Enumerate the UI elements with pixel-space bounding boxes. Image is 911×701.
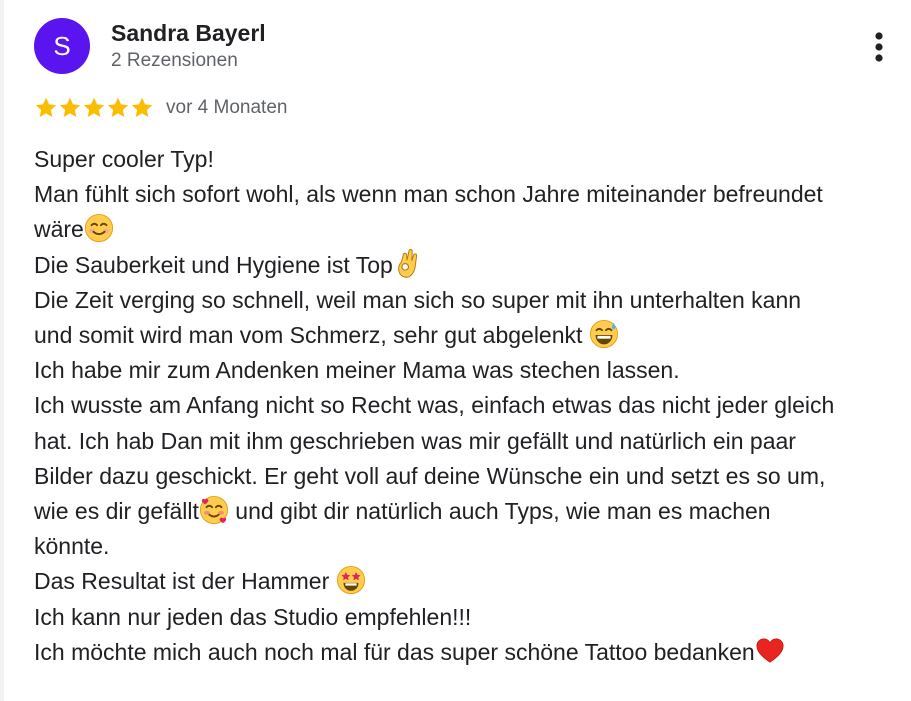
review-line-text: Die Sauberkeit und Hygiene ist Top	[34, 251, 393, 278]
review-line: Ich möchte mich auch noch mal für das su…	[34, 635, 904, 670]
review-line-text: hat. Ich hab Dan mit ihm geschrieben was…	[34, 427, 796, 454]
avatar[interactable]: S	[34, 18, 90, 74]
review-line: Ich habe mir zum Andenken meiner Mama wa…	[34, 353, 904, 388]
review-line-text: Ich möchte mich auch noch mal für das su…	[34, 638, 755, 665]
grinning-sweat-icon	[589, 319, 619, 349]
review-line-text: Ich kann nur jeden das Studio empfehlen!…	[34, 603, 472, 630]
author-info: Sandra Bayerl 2 Rezensionen	[111, 19, 266, 74]
star-icon	[131, 97, 153, 117]
review-line-text: Man fühlt sich sofort wohl, als wenn man…	[34, 181, 823, 208]
star-icon	[59, 97, 81, 117]
red-heart-icon	[755, 636, 785, 666]
review-date: vor 4 Monaten	[166, 97, 288, 118]
star-icon	[107, 97, 129, 117]
review-line: Die Sauberkeit und Hygiene ist Top	[34, 248, 904, 283]
rating-row: vor 4 Monaten	[34, 94, 287, 122]
review-line-text: Die Zeit verging so schnell, weil man si…	[34, 286, 802, 313]
review-line: hat. Ich hab Dan mit ihm geschrieben was…	[34, 424, 904, 459]
star-struck-icon	[336, 565, 366, 595]
avatar-initial: S	[53, 30, 71, 61]
star-icon	[83, 97, 105, 117]
review-line: wie es dir gefällt und gibt dir natürlic…	[34, 494, 904, 529]
review-line: Bilder dazu geschickt. Er geht voll auf …	[34, 459, 904, 494]
smiling-hearts-icon	[199, 495, 229, 525]
review-line-text: und gibt dir natürlich auch Typs, wie ma…	[228, 498, 771, 525]
review-line: könnte.	[34, 529, 904, 564]
review-line: Super cooler Typ!	[34, 142, 904, 177]
review-line-text: und somit wird man vom Schmerz, sehr gut…	[34, 322, 589, 349]
star-rating	[34, 96, 154, 120]
star-icon	[35, 97, 57, 117]
review-text: Super cooler Typ! Man fühlt sich sofort w…	[34, 142, 904, 670]
author-name[interactable]: Sandra Bayerl	[111, 19, 266, 47]
review-line-text: Super cooler Typ!	[34, 146, 214, 172]
more-vert-icon	[875, 32, 883, 62]
more-options-button[interactable]	[864, 28, 894, 66]
smiling-face-icon	[84, 213, 114, 243]
review-line-text: könnte.	[34, 533, 110, 560]
review-line-text: Ich habe mir zum Andenken meiner Mama wa…	[34, 357, 680, 384]
card-left-border	[0, 0, 4, 701]
review-line-text: wäre	[34, 216, 84, 243]
ok-hand-icon	[393, 248, 423, 279]
review-header: S Sandra Bayerl 2 Rezensionen	[34, 18, 266, 74]
review-line: Ich wusste am Anfang nicht so Recht was,…	[34, 388, 904, 423]
review-line-text: Das Resultat ist der Hammer	[34, 568, 336, 595]
review-line-text: wie es dir gefällt	[34, 498, 199, 525]
review-line-text: Bilder dazu geschickt. Er geht voll auf …	[34, 462, 826, 489]
review-line: und somit wird man vom Schmerz, sehr gut…	[34, 318, 904, 353]
review-line-text: Ich wusste am Anfang nicht so Recht was,…	[34, 392, 835, 419]
review-line: Das Resultat ist der Hammer	[34, 564, 904, 599]
review-line: wäre	[34, 212, 904, 247]
review-line: Ich kann nur jeden das Studio empfehlen!…	[34, 600, 904, 635]
review-count[interactable]: 2 Rezensionen	[111, 48, 266, 74]
review-line: Man fühlt sich sofort wohl, als wenn man…	[34, 177, 904, 212]
review-line: Die Zeit verging so schnell, weil man si…	[34, 283, 904, 318]
